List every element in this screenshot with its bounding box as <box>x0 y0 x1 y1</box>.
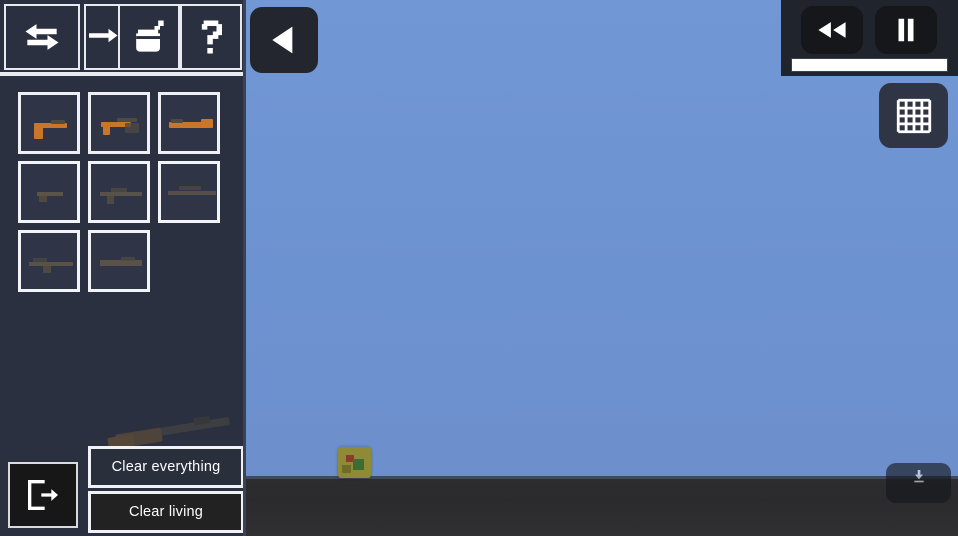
clear-button-group: Clear everything Clear living <box>88 446 244 533</box>
paint-bucket-icon <box>136 20 164 52</box>
playback-progress-fill <box>792 59 947 71</box>
download-button[interactable] <box>886 463 951 503</box>
smg-grip <box>103 125 110 135</box>
question-mark-icon <box>201 20 222 54</box>
clear-everything-button[interactable]: Clear everything <box>88 446 244 488</box>
inventory-row <box>18 92 238 154</box>
back-button[interactable] <box>250 7 318 73</box>
smg-stock <box>125 123 139 133</box>
clear-living-label: Clear living <box>128 504 204 520</box>
shotgun-stock <box>201 119 213 128</box>
sniper-body <box>168 191 216 195</box>
exit-button[interactable] <box>8 462 78 528</box>
inventory-cell-sniper-rifle[interactable] <box>158 161 220 223</box>
inventory-row <box>18 230 238 292</box>
smg-upper <box>117 118 137 122</box>
clear-living-button[interactable]: Clear living <box>88 491 244 533</box>
rewind-button[interactable] <box>801 6 863 54</box>
pause-icon <box>898 18 914 42</box>
playback-panel <box>781 0 958 76</box>
inventory-row <box>18 161 238 223</box>
pistol-grip <box>34 123 43 139</box>
toolbar-button-help[interactable] <box>180 4 242 70</box>
toolbar-button-swap[interactable] <box>4 4 80 70</box>
mg-body <box>29 262 73 266</box>
playback-progress-bar[interactable] <box>791 58 948 72</box>
inventory-cell-pistol[interactable] <box>18 92 80 154</box>
rewind-icon <box>818 22 846 38</box>
arrow-right-into-icon <box>89 28 118 43</box>
inventory-cell-rocket-launcher[interactable] <box>88 230 150 292</box>
app-root: Clear everything Clear living <box>0 0 958 536</box>
game-scene[interactable] <box>245 0 958 536</box>
toolbar-button-paint[interactable] <box>118 4 180 70</box>
download-icon <box>913 470 924 483</box>
revolver-grip <box>39 194 47 202</box>
inventory-cell-revolver[interactable] <box>18 161 80 223</box>
crate-detail-green <box>353 459 364 470</box>
mg-grip <box>43 265 51 273</box>
pistol-slide <box>51 120 65 124</box>
play-left-triangle-icon <box>272 26 293 54</box>
grid-icon <box>896 98 931 133</box>
top-toolbar <box>0 0 243 76</box>
shotgun-receiver <box>171 119 183 123</box>
ground-surface <box>245 479 958 536</box>
sidebar: Clear everything Clear living <box>0 0 245 536</box>
weapon-inventory-grid <box>18 92 238 299</box>
crate-entity[interactable] <box>338 447 371 478</box>
clear-everything-label: Clear everything <box>111 459 221 475</box>
rifle-sight <box>111 188 127 192</box>
grid-toggle-button[interactable] <box>879 83 948 148</box>
inventory-cell-shotgun[interactable] <box>158 92 220 154</box>
sniper-scope <box>179 186 201 190</box>
swap-arrows-icon <box>25 24 59 50</box>
exit-door-icon <box>28 480 58 510</box>
toolbar-underline <box>0 72 243 76</box>
crate-detail-shadow <box>342 465 351 473</box>
launcher-sight <box>121 257 135 261</box>
rifle-grip <box>107 195 114 204</box>
sidebar-edge <box>243 0 246 536</box>
mg-top <box>33 258 47 262</box>
inventory-cell-submachine-gun[interactable] <box>88 92 150 154</box>
inventory-cell-assault-rifle[interactable] <box>88 161 150 223</box>
inventory-cell-machine-gun[interactable] <box>18 230 80 292</box>
pause-button[interactable] <box>875 6 937 54</box>
